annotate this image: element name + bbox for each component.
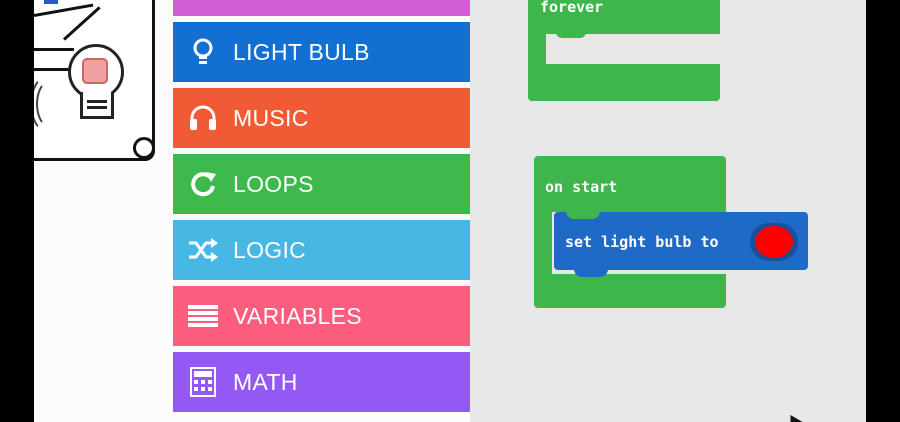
- toolbox-category-light-bulb[interactable]: LIGHT BULB: [173, 22, 470, 82]
- toolbox: LIGHT BULB MUSIC LOOPS LOGIC VARIABLES M…: [173, 0, 470, 418]
- headphones-icon: [173, 105, 233, 131]
- forever-slot-notch: [556, 30, 586, 38]
- category-label: MUSIC: [233, 104, 309, 131]
- loop-arrow-icon: [173, 170, 233, 198]
- toolbox-category-loops[interactable]: LOOPS: [173, 154, 470, 214]
- toolbox-category-math[interactable]: MATH: [173, 352, 470, 412]
- lightbulb-base: [80, 92, 114, 119]
- lightbulb-icon: [173, 38, 233, 66]
- category-label: LIGHT BULB: [233, 38, 370, 65]
- blocks-workspace[interactable]: forever on start set light bulb to: [470, 0, 866, 422]
- forever-block-slot[interactable]: [546, 34, 720, 64]
- on-start-block-label: on start: [545, 178, 618, 196]
- set-light-bulb-block[interactable]: set light bulb to: [554, 211, 808, 277]
- category-label: VARIABLES: [233, 302, 362, 329]
- lightbulb-led: [82, 58, 108, 84]
- right-letterbox: [866, 0, 900, 422]
- category-label: LOGIC: [233, 236, 307, 263]
- forever-block-label: forever: [540, 0, 604, 16]
- shuffle-icon: [173, 238, 233, 262]
- category-label: MATH: [233, 368, 298, 395]
- toolbox-category-music[interactable]: MUSIC: [173, 88, 470, 148]
- list-lines-icon: [173, 304, 233, 328]
- wire: [34, 48, 74, 51]
- calculator-icon: [173, 367, 233, 397]
- block-notch: [566, 211, 600, 219]
- board-mount-hole: [133, 137, 155, 159]
- forever-block[interactable]: forever: [528, 0, 720, 101]
- editor-viewport: LIGHT BULB MUSIC LOOPS LOGIC VARIABLES M…: [34, 0, 866, 422]
- mouse-cursor-icon: [783, 410, 805, 422]
- block-tab: [574, 269, 608, 277]
- wire: [34, 68, 72, 71]
- set-light-bulb-label: set light bulb to: [565, 233, 719, 251]
- category-label: LOOPS: [233, 170, 314, 197]
- toolbox-category-variables[interactable]: VARIABLES: [173, 286, 470, 346]
- color-swatch[interactable]: [755, 226, 793, 258]
- left-letterbox: [0, 0, 34, 422]
- simulator-panel[interactable]: [34, 0, 174, 422]
- toolbox-category-logic[interactable]: LOGIC: [173, 220, 470, 280]
- toolbox-category-partial[interactable]: [173, 0, 470, 16]
- color-picker-field[interactable]: [750, 223, 798, 261]
- connector-chip: [44, 0, 58, 4]
